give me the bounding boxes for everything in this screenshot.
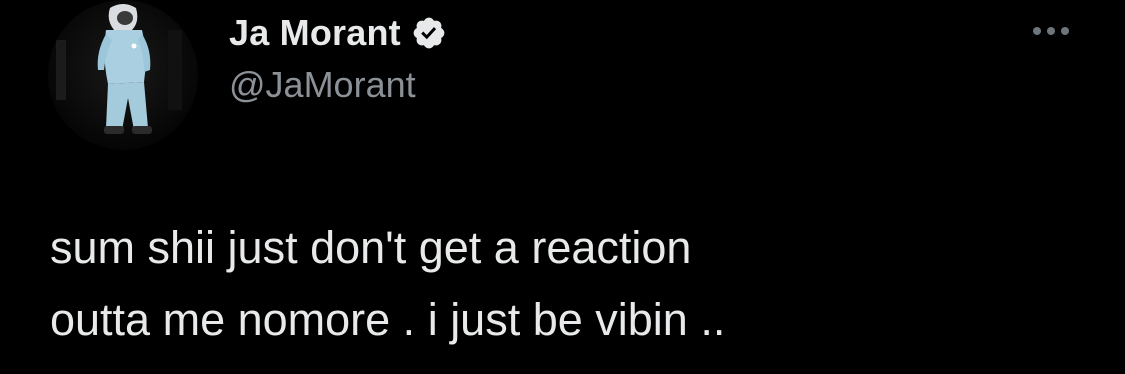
more-options-icon [1033, 27, 1069, 35]
avatar[interactable] [48, 0, 198, 150]
tweet-text: sum shii just don't get a reaction outta… [50, 222, 726, 345]
author-name-row: Ja Morant [229, 10, 447, 56]
author-display-name[interactable]: Ja Morant [229, 12, 401, 54]
profile-photo-image [48, 0, 198, 150]
more-options-button[interactable] [1026, 18, 1076, 44]
verified-badge-icon [411, 15, 447, 51]
author-handle[interactable]: @JaMorant [229, 64, 416, 106]
